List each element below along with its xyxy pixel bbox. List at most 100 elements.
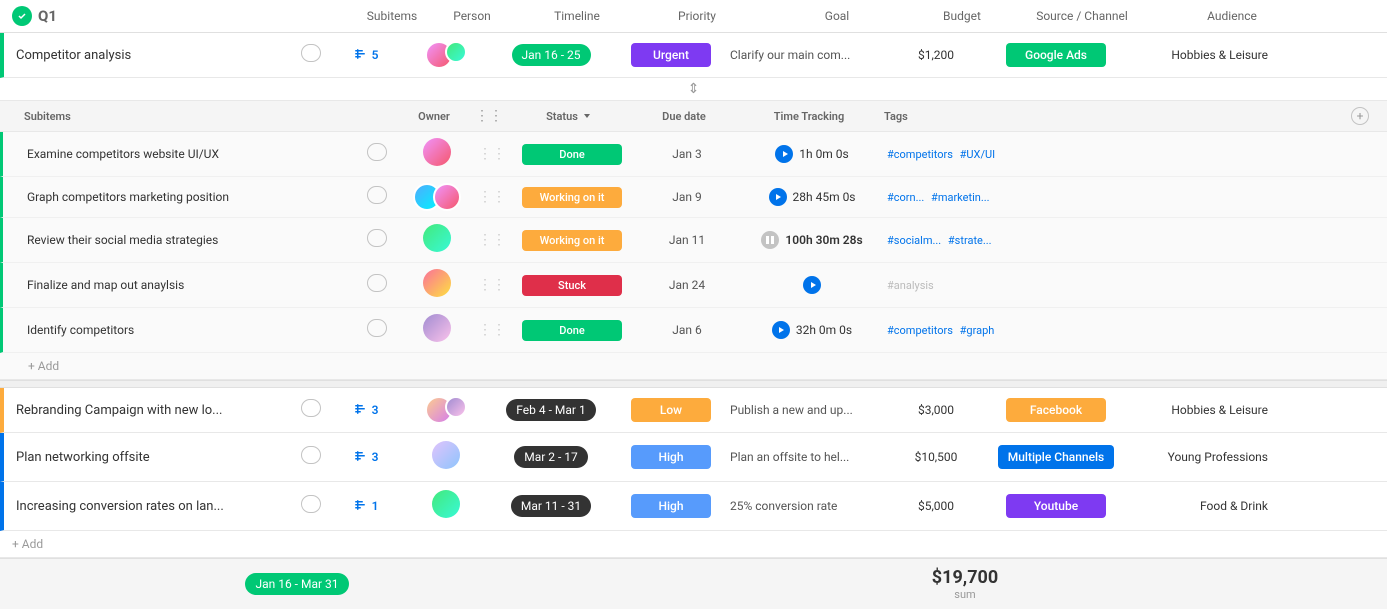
subitem-name-0: Examine competitors website UI/UX bbox=[27, 147, 367, 161]
task-timeline-rebranding: Feb 4 - Mar 1 bbox=[486, 399, 616, 421]
subitem-chat-3[interactable] bbox=[367, 274, 397, 296]
priority-badge-high: High bbox=[631, 445, 711, 469]
col-header-goal: Goal bbox=[752, 9, 922, 23]
subitem-chat-4[interactable] bbox=[367, 319, 397, 341]
avatar bbox=[445, 396, 467, 418]
task-name-rebranding: Rebranding Campaign with new lo... bbox=[16, 403, 296, 418]
chat-bubble-icon bbox=[367, 143, 387, 161]
task-chat-networking[interactable] bbox=[296, 446, 326, 468]
subitem-name-1: Graph competitors marketing position bbox=[27, 190, 367, 204]
pause-button[interactable] bbox=[761, 231, 779, 249]
subitem-tracking-0: 1h 0m 0s bbox=[737, 145, 887, 163]
task-priority-conversion: High bbox=[616, 494, 726, 518]
sub-col-tracking-header: Time Tracking bbox=[734, 110, 884, 123]
task-source-networking: Multiple Channels bbox=[976, 445, 1136, 469]
avatar bbox=[423, 224, 451, 252]
subitem-tracking-3 bbox=[737, 276, 887, 294]
task-budget-rebranding: $3,000 bbox=[896, 403, 976, 417]
subitems-badge-networking[interactable]: 3 bbox=[326, 450, 406, 464]
task-row-competitor: Competitor analysis 5 Jan 16 - 25 Urgent… bbox=[0, 33, 1387, 78]
subitem-owner-4 bbox=[397, 314, 477, 346]
task-audience-rebranding: Hobbies & Leisure bbox=[1136, 403, 1276, 417]
q1-label: Q1 bbox=[38, 7, 57, 25]
play-button[interactable] bbox=[803, 276, 821, 294]
task-source-rebranding: Facebook bbox=[976, 398, 1136, 422]
task-chat-conversion[interactable] bbox=[296, 495, 326, 517]
play-button[interactable] bbox=[772, 321, 790, 339]
q1-section: Q1 bbox=[12, 6, 352, 26]
subitem-status-4: Done bbox=[507, 320, 637, 341]
q1-icon bbox=[12, 6, 32, 26]
subitems-badge-rebranding[interactable]: 3 bbox=[326, 403, 406, 417]
subitem-owner-1 bbox=[397, 183, 477, 211]
subitem-owner-0 bbox=[397, 138, 477, 170]
source-badge-multiple: Multiple Channels bbox=[998, 445, 1115, 469]
task-person-competitor bbox=[406, 41, 486, 69]
subitem-chat-0[interactable] bbox=[367, 143, 397, 165]
chat-bubble-icon bbox=[301, 446, 321, 464]
add-task-button[interactable]: + Add bbox=[0, 531, 1387, 558]
avatar bbox=[432, 490, 460, 518]
chat-bubble-icon bbox=[301, 399, 321, 417]
chat-bubble-icon bbox=[301, 44, 321, 62]
section-separator bbox=[0, 380, 1387, 388]
add-subitem-button[interactable]: + Add bbox=[0, 353, 1387, 379]
subitem-chat-2[interactable] bbox=[367, 229, 397, 251]
sub-col-owner-header: Owner bbox=[394, 110, 474, 123]
source-badge-google: Google Ads bbox=[1006, 43, 1106, 67]
subitem-name-2: Review their social media strategies bbox=[27, 233, 367, 247]
avatar bbox=[423, 314, 451, 342]
status-badge-stuck: Stuck bbox=[522, 275, 622, 296]
footer-budget-amount: $19,700 bbox=[855, 567, 1075, 588]
subitem-duedate-0: Jan 3 bbox=[637, 147, 737, 161]
footer-timeline: Jan 16 - Mar 31 bbox=[12, 573, 582, 595]
task-name-conversion: Increasing conversion rates on lan... bbox=[16, 499, 296, 514]
subitem-chat-1[interactable] bbox=[367, 186, 397, 208]
task-chat-rebranding[interactable] bbox=[296, 399, 326, 421]
priority-badge-high2: High bbox=[631, 494, 711, 518]
subitem-duedate-2: Jan 11 bbox=[637, 233, 737, 247]
subitem-row: Examine competitors website UI/UX ⋮⋮ Don… bbox=[0, 132, 1387, 177]
subitem-tags-0: #competitors #UX/UI bbox=[887, 148, 1375, 161]
task-budget-networking: $10,500 bbox=[896, 450, 976, 464]
subitem-dots-4: ⋮⋮ bbox=[477, 322, 507, 338]
task-goal-competitor: Clarify our main com... bbox=[726, 48, 896, 62]
subitem-duedate-3: Jan 24 bbox=[637, 278, 737, 292]
play-button[interactable] bbox=[775, 145, 793, 163]
subitems-badge-conversion[interactable]: 1 bbox=[326, 499, 406, 513]
subitem-owner-2 bbox=[397, 224, 477, 256]
subitem-row: Review their social media strategies ⋮⋮ … bbox=[0, 218, 1387, 263]
subitem-duedate-1: Jan 9 bbox=[637, 190, 737, 204]
subitem-dots-3: ⋮⋮ bbox=[477, 277, 507, 293]
footer-budget-label: sum bbox=[855, 588, 1075, 601]
subitem-dots-0: ⋮⋮ bbox=[477, 146, 507, 162]
subitem-tracking-2: 100h 30m 28s bbox=[737, 231, 887, 249]
avatar bbox=[423, 138, 451, 166]
subitem-tags-3: #analysis bbox=[887, 279, 1375, 292]
sort-icon[interactable]: ⇕ bbox=[688, 81, 700, 97]
subitem-tags-4: #competitors #graph bbox=[887, 324, 1375, 337]
col-header-audience: Audience bbox=[1162, 9, 1302, 23]
priority-badge-low: Low bbox=[631, 398, 711, 422]
add-col-button[interactable]: + bbox=[1345, 107, 1375, 125]
task-goal-rebranding: Publish a new and up... bbox=[726, 403, 896, 417]
timeline-badge-networking: Mar 2 - 17 bbox=[514, 446, 588, 468]
task-audience-conversion: Food & Drink bbox=[1136, 499, 1276, 513]
avatar bbox=[423, 269, 451, 297]
subitem-status-0: Done bbox=[507, 144, 637, 165]
footer-budget-section: $19,700 sum bbox=[855, 567, 1075, 601]
add-col-icon[interactable]: + bbox=[1351, 107, 1369, 125]
subitem-name-4: Identify competitors bbox=[27, 323, 367, 337]
sort-row: ⇕ bbox=[0, 78, 1387, 101]
play-button[interactable] bbox=[769, 188, 787, 206]
task-chat-competitor[interactable] bbox=[296, 44, 326, 66]
priority-badge-urgent: Urgent bbox=[631, 43, 711, 67]
subitem-tags-2: #socialm... #strate... bbox=[887, 234, 1375, 247]
subitem-tags-1: #corn... #marketin... bbox=[887, 191, 1375, 204]
col-header-person: Person bbox=[432, 9, 512, 23]
subitem-dots-2: ⋮⋮ bbox=[477, 232, 507, 248]
subitems-badge-competitor[interactable]: 5 bbox=[326, 48, 406, 62]
subitem-status-2: Working on it bbox=[507, 230, 637, 251]
subitem-duedate-4: Jan 6 bbox=[637, 323, 737, 337]
col-header-budget: Budget bbox=[922, 9, 1002, 23]
